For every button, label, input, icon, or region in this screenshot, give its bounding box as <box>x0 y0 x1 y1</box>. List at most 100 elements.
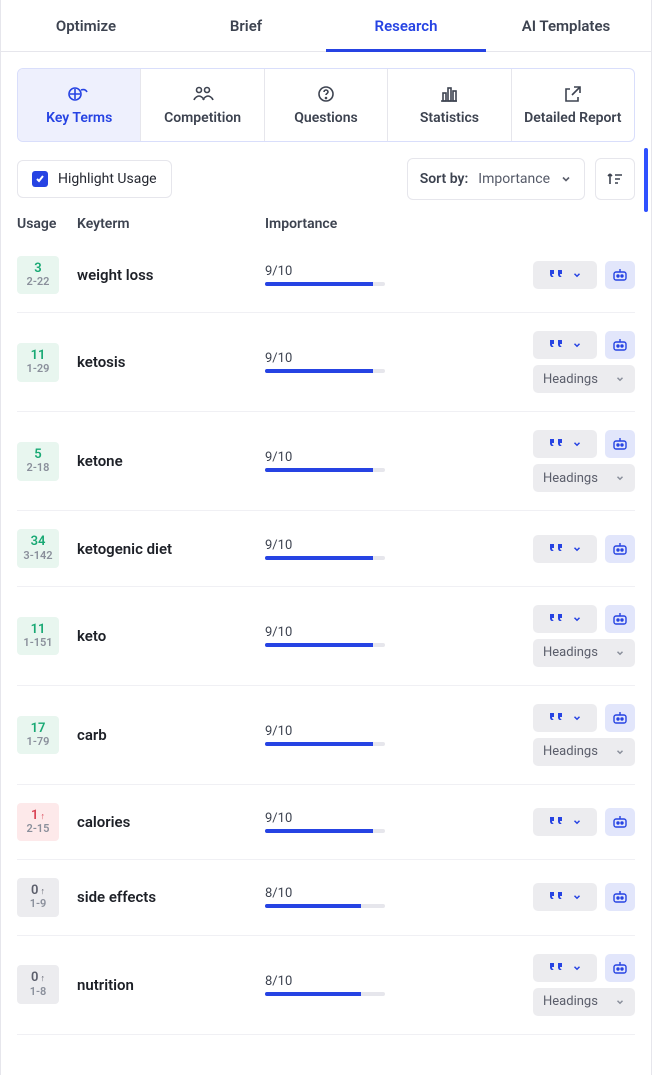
keyterm-text: nutrition <box>77 976 265 994</box>
usage-pill: 171-79 <box>17 716 59 754</box>
usage-pill: 0↑1-9 <box>17 878 59 916</box>
row-actions: Headings <box>495 704 635 766</box>
usage-pill: 52-18 <box>17 442 59 480</box>
quote-button[interactable] <box>533 331 597 359</box>
importance-cell: 9/10 <box>265 351 495 373</box>
subtab-competition[interactable]: Competition <box>141 69 264 141</box>
row-actions: Headings <box>495 605 635 667</box>
tab-brief[interactable]: Brief <box>166 17 326 51</box>
quote-button[interactable] <box>533 808 597 836</box>
keyterm-text: carb <box>77 726 265 744</box>
quote-button[interactable] <box>533 883 597 911</box>
sort-value: Importance <box>478 171 550 187</box>
usage-pill: 32-22 <box>17 256 59 294</box>
table-body: 32-22weight loss9/10111-29ketosis9/10Hea… <box>1 238 651 1075</box>
quote-button[interactable] <box>533 535 597 563</box>
headings-dropdown[interactable]: Headings <box>533 738 635 766</box>
table-row: 0↑1-9 side effects8/10 <box>17 860 635 935</box>
importance-cell: 9/10 <box>265 538 495 560</box>
subtab-label: Detailed Report <box>524 110 621 126</box>
importance-cell: 9/10 <box>265 450 495 472</box>
sort-by-label: Sort by: <box>420 171 469 187</box>
sort-select[interactable]: Sort by: Importance <box>407 158 585 200</box>
row-actions: Headings <box>495 430 635 492</box>
row-actions: Headings <box>495 954 635 1016</box>
table-row: 343-142 ketogenic diet9/10 <box>17 511 635 586</box>
headings-dropdown[interactable]: Headings <box>533 365 635 393</box>
subtab-statistics[interactable]: Statistics <box>388 69 511 141</box>
row-actions <box>495 535 635 563</box>
table-header: Usage Keyterm Importance <box>1 210 651 238</box>
tab-optimize[interactable]: Optimize <box>6 17 166 51</box>
usage-pill: 343-142 <box>17 529 59 567</box>
importance-cell: 8/10 <box>265 886 495 908</box>
col-usage: Usage <box>17 216 77 232</box>
table-row: 1↑2-15 calories9/10 <box>17 785 635 860</box>
keyterm-text: weight loss <box>77 266 265 284</box>
quote-button[interactable] <box>533 704 597 732</box>
subtab-label: Competition <box>164 110 241 126</box>
ai-button[interactable] <box>605 954 635 982</box>
external-link-icon <box>561 84 585 104</box>
ai-button[interactable] <box>605 331 635 359</box>
tab-ai-templates[interactable]: AI Templates <box>486 17 646 51</box>
table-row: 0↑1-8nutrition8/10Headings <box>17 936 635 1035</box>
ai-button[interactable] <box>605 808 635 836</box>
headings-dropdown[interactable]: Headings <box>533 464 635 492</box>
table-row: 32-22 weight loss9/10 <box>17 238 635 313</box>
quote-button[interactable] <box>533 605 597 633</box>
row-actions <box>495 883 635 911</box>
subtab-key-terms[interactable]: Key Terms <box>18 69 141 141</box>
ai-button[interactable] <box>605 605 635 633</box>
col-keyterm: Keyterm <box>77 216 265 232</box>
keyterm-text: keto <box>77 627 265 645</box>
table-row: 111-29 ketosis9/10 Headings <box>17 313 635 412</box>
row-actions: Headings <box>495 331 635 393</box>
quote-button[interactable] <box>533 954 597 982</box>
col-importance: Importance <box>265 216 495 232</box>
tab-research[interactable]: Research <box>326 17 486 51</box>
usage-pill: 1↑2-15 <box>17 803 59 841</box>
keyterm-text: ketone <box>77 452 265 470</box>
subtab-label: Key Terms <box>46 110 112 126</box>
subtab-questions[interactable]: Questions <box>265 69 388 141</box>
highlight-usage-toggle[interactable]: Highlight Usage <box>17 160 172 198</box>
table-row: 52-18 ketone9/10 Headings <box>17 412 635 511</box>
keyterm-text: side effects <box>77 888 265 906</box>
quote-button[interactable] <box>533 430 597 458</box>
question-icon <box>314 84 338 104</box>
bar-chart-icon <box>437 84 461 104</box>
ai-button[interactable] <box>605 430 635 458</box>
importance-cell: 9/10 <box>265 264 495 286</box>
keyterm-text: ketogenic diet <box>77 540 265 558</box>
usage-pill: 111-29 <box>17 343 59 381</box>
people-icon <box>191 84 215 104</box>
subtab-label: Statistics <box>420 110 479 126</box>
importance-cell: 9/10 <box>265 625 495 647</box>
chevron-down-icon <box>560 173 572 185</box>
checkbox-checked-icon <box>32 171 48 187</box>
ai-button[interactable] <box>605 261 635 289</box>
keyterm-text: ketosis <box>77 353 265 371</box>
row-actions <box>495 808 635 836</box>
importance-cell: 9/10 <box>265 724 495 746</box>
sort-direction-button[interactable] <box>595 158 635 200</box>
key-terms-icon <box>67 84 91 104</box>
quote-button[interactable] <box>533 261 597 289</box>
sub-tabs: Key Terms Competition Qu <box>17 68 635 142</box>
ai-button[interactable] <box>605 535 635 563</box>
subtab-detailed-report[interactable]: Detailed Report <box>512 69 634 141</box>
headings-dropdown[interactable]: Headings <box>533 639 635 667</box>
importance-cell: 9/10 <box>265 811 495 833</box>
table-row: 171-79 carb9/10 Headings <box>17 686 635 785</box>
highlight-label: Highlight Usage <box>58 171 157 187</box>
headings-dropdown[interactable]: Headings <box>533 988 635 1016</box>
usage-pill: 0↑1-8 <box>17 965 59 1003</box>
keyterm-text: calories <box>77 813 265 831</box>
ai-button[interactable] <box>605 883 635 911</box>
usage-pill: 111-151 <box>17 617 59 655</box>
row-actions <box>495 261 635 289</box>
top-tabs: Optimize Brief Research AI Templates <box>1 0 651 52</box>
table-row: 111-151 keto9/10 Headings <box>17 587 635 686</box>
ai-button[interactable] <box>605 704 635 732</box>
